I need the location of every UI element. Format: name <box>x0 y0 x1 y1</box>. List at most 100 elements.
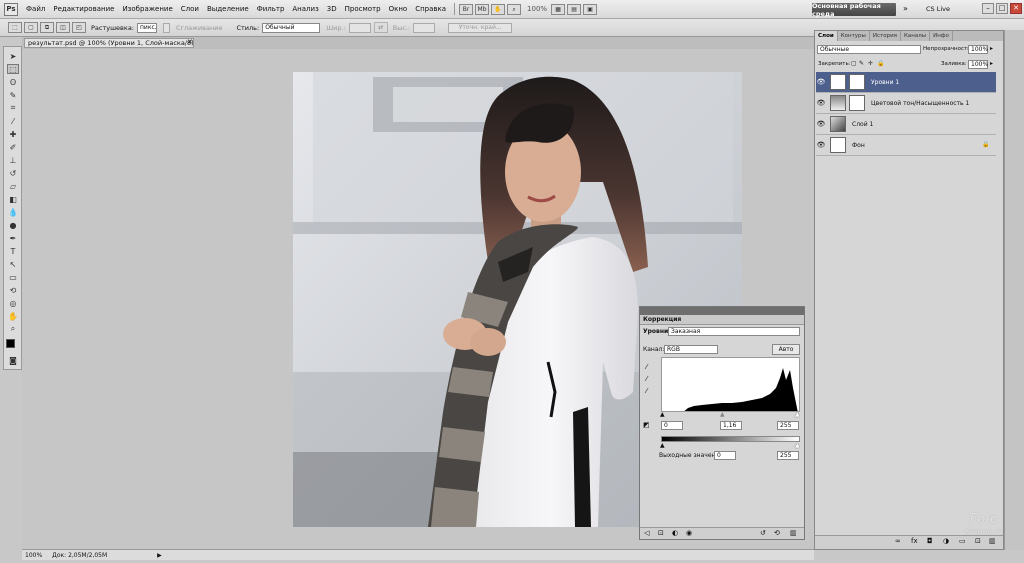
chevron-right-icon[interactable]: » <box>903 4 908 13</box>
move-tool-icon[interactable]: ➤ <box>7 51 19 61</box>
channel-select[interactable]: RGB <box>664 345 718 354</box>
subtract-selection-icon[interactable]: ◫ <box>56 22 70 33</box>
panel-header[interactable] <box>640 307 804 315</box>
minimize-button[interactable]: – <box>982 3 994 14</box>
antialias-checkbox[interactable] <box>163 22 170 33</box>
opacity-arrow-icon[interactable]: ▸ <box>990 45 993 52</box>
layer-row-background[interactable]: 👁 Фон 🔒 <box>816 135 996 156</box>
swap-icon[interactable]: ⇄ <box>373 22 388 33</box>
layer-row-layer-1[interactable]: 👁 Слой 1 <box>816 114 996 135</box>
menu-help[interactable]: Справка <box>411 5 450 13</box>
refine-edge-button[interactable]: Уточн. край... <box>448 22 513 33</box>
blur-tool-icon[interactable]: 💧 <box>7 207 19 217</box>
return-icon[interactable]: ◁ <box>644 529 649 537</box>
hand-tool-icon[interactable]: ✋ <box>491 3 506 15</box>
eye-icon[interactable]: 👁 <box>816 120 826 128</box>
zoom-tool-icon[interactable]: ⌕ <box>7 324 19 334</box>
visibility-icon[interactable]: ◉ <box>686 529 692 537</box>
input-black-slider[interactable]: ▲ <box>660 411 665 418</box>
menu-select[interactable]: Выделение <box>203 5 253 13</box>
pen-tool-icon[interactable]: ✒ <box>7 233 19 243</box>
adjustments-tab[interactable]: Коррекция <box>643 316 681 323</box>
layer-style-icon[interactable]: fx <box>911 537 918 545</box>
adjustment-layer-icon[interactable]: ◑ <box>943 537 949 545</box>
add-mask-icon[interactable]: ◘ <box>927 537 933 545</box>
input-gamma-slider[interactable]: ▲ <box>720 411 725 418</box>
link-layers-icon[interactable]: ∞ <box>895 537 901 545</box>
output-white-slider[interactable]: ▲ <box>795 442 800 449</box>
output-black-field[interactable]: 0 <box>714 451 736 460</box>
menu-view[interactable]: Просмотр <box>341 5 385 13</box>
eye-icon[interactable]: 👁 <box>816 99 826 107</box>
screen-mode-icon[interactable]: ▣ <box>583 3 598 15</box>
marquee-preset-icon[interactable]: ⬚ <box>8 22 22 33</box>
expand-view-icon[interactable]: ⊡ <box>658 529 664 537</box>
zoom-tool-icon[interactable]: ⌕ <box>507 3 522 15</box>
bridge-icon[interactable]: Br <box>459 3 474 15</box>
layer-mask-thumbnail[interactable] <box>849 74 865 90</box>
healing-brush-tool-icon[interactable]: ✚ <box>7 129 19 139</box>
blend-mode-select[interactable]: Обычные <box>817 45 921 54</box>
document-tab[interactable]: результат.psd @ 100% (Уровни 1, Слой-мас… <box>24 38 194 48</box>
status-zoom[interactable]: 100% <box>25 552 42 559</box>
quick-selection-tool-icon[interactable]: ✎ <box>7 90 19 100</box>
width-input[interactable] <box>348 22 371 33</box>
eye-icon[interactable]: 👁 <box>816 141 826 149</box>
eyedropper-tool-icon[interactable]: ⁄ <box>7 116 19 126</box>
eye-icon[interactable]: 👁 <box>816 78 826 86</box>
layer-mask-thumbnail[interactable] <box>849 95 865 111</box>
lock-transparent-icon[interactable]: ▢ <box>851 60 857 67</box>
mini-bridge-icon[interactable]: Mb <box>475 3 490 15</box>
crop-tool-icon[interactable]: ⌗ <box>7 103 19 113</box>
hand-tool-icon[interactable]: ✋ <box>7 311 19 321</box>
path-selection-tool-icon[interactable]: ↖ <box>7 259 19 269</box>
fill-input[interactable]: 100% <box>968 60 988 69</box>
input-gamma-field[interactable]: 1,16 <box>720 421 742 430</box>
marquee-tool-icon[interactable]: ⬚ <box>7 64 19 74</box>
clone-stamp-tool-icon[interactable]: ⊥ <box>7 155 19 165</box>
gray-eyedropper-icon[interactable]: ⁄ <box>646 375 647 383</box>
tab-paths[interactable]: Контуры <box>838 31 870 41</box>
lasso-tool-icon[interactable]: ʘ <box>7 77 19 87</box>
lock-position-icon[interactable]: ✛ <box>868 60 873 67</box>
3d-orbit-tool-icon[interactable]: ◎ <box>7 298 19 308</box>
gradient-tool-icon[interactable]: ◧ <box>7 194 19 204</box>
opacity-input[interactable]: 100% <box>968 45 988 54</box>
previous-state-icon[interactable]: ↺ <box>760 529 766 537</box>
style-select[interactable]: Обычный <box>262 22 321 33</box>
trash-icon[interactable]: ▥ <box>790 529 797 537</box>
input-white-slider[interactable]: ▲ <box>795 411 800 418</box>
menu-edit[interactable]: Редактирование <box>49 5 118 13</box>
eraser-tool-icon[interactable]: ▱ <box>7 181 19 191</box>
fill-arrow-icon[interactable]: ▸ <box>990 60 993 67</box>
tab-channels[interactable]: Каналы <box>901 31 931 41</box>
input-black-field[interactable]: 0 <box>661 421 683 430</box>
status-doc-info[interactable]: Док: 2,05M/2,05M <box>52 552 107 559</box>
tab-layers[interactable]: Слои <box>815 31 838 41</box>
dodge-tool-icon[interactable]: ● <box>7 220 19 230</box>
clip-layer-icon[interactable]: ◐ <box>672 529 678 537</box>
lock-pixels-icon[interactable]: ✎ <box>859 60 864 67</box>
black-eyedropper-icon[interactable]: ⁄ <box>646 363 647 371</box>
menu-analysis[interactable]: Анализ <box>288 5 322 13</box>
output-white-field[interactable]: 255 <box>777 451 799 460</box>
zoom-level[interactable]: 100% <box>523 5 551 13</box>
3d-rotate-tool-icon[interactable]: ⟲ <box>7 285 19 295</box>
menu-layers[interactable]: Слои <box>177 5 203 13</box>
reset-icon[interactable]: ⟲ <box>774 529 780 537</box>
status-arrow-icon[interactable]: ▶ <box>157 552 162 559</box>
lock-all-icon[interactable]: 🔒 <box>877 60 884 67</box>
menu-file[interactable]: Файл <box>22 5 49 13</box>
output-black-slider[interactable]: ▲ <box>660 442 665 449</box>
layer-row-levels[interactable]: 👁 Уровни 1 <box>816 72 996 93</box>
input-white-field[interactable]: 255 <box>777 421 799 430</box>
history-brush-tool-icon[interactable]: ↺ <box>7 168 19 178</box>
feather-input[interactable]: пикс. <box>137 22 157 33</box>
new-selection-icon[interactable]: ▢ <box>24 22 38 33</box>
layer-row-hue-saturation[interactable]: 👁 Цветовой тон/Насыщенность 1 <box>816 93 996 114</box>
view-extras-icon[interactable]: ▦ <box>551 3 566 15</box>
auto-button[interactable]: Авто <box>772 344 800 355</box>
close-document-icon[interactable]: ✕ <box>187 38 193 46</box>
menu-filter[interactable]: Фильтр <box>253 5 289 13</box>
clipping-icon[interactable]: ◩ <box>643 421 650 429</box>
